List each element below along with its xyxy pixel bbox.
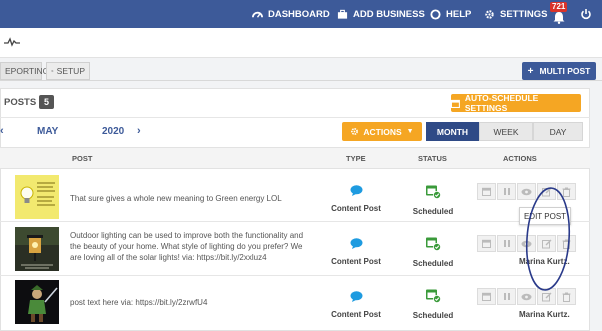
post-text: post text here via: https://bit.ly/2zrwf… xyxy=(70,298,208,307)
lightbulb-image xyxy=(15,175,59,219)
auto-schedule-settings-button[interactable]: AUTO-SCHEDULE SETTINGS xyxy=(451,93,581,113)
actions-dropdown-button[interactable]: ACTIONS ▼ xyxy=(342,122,422,141)
nav-dashboard-label: DASHBOARD xyxy=(268,8,330,20)
calendar-check-icon xyxy=(426,185,441,199)
calendar-icon xyxy=(482,292,491,301)
post-status: Scheduled xyxy=(404,235,462,271)
activity-icon[interactable] xyxy=(4,37,20,47)
dashboard-icon xyxy=(252,11,263,18)
calendar-month: MAY xyxy=(37,126,59,137)
row-divider xyxy=(0,221,590,222)
column-header-post: POST xyxy=(72,154,93,163)
chat-bubble-icon xyxy=(350,238,362,249)
tab-setup-label: SETUP xyxy=(56,66,85,76)
column-header-actions: ACTIONS xyxy=(503,154,537,163)
schedule-button[interactable] xyxy=(477,235,496,252)
nav-settings[interactable]: SETTINGS xyxy=(484,0,548,28)
post-status: Scheduled xyxy=(404,183,462,219)
calendar-icon xyxy=(482,239,491,248)
post-text: Outdoor lighting can be used to improve … xyxy=(70,231,304,262)
nav-add-business[interactable]: ADD BUSINESS xyxy=(337,0,425,28)
scrollbar[interactable] xyxy=(590,88,602,331)
row-divider xyxy=(0,275,590,276)
gear-icon xyxy=(351,128,359,135)
tab-reporting-label: EPORTING xyxy=(5,66,50,76)
post-type-label: Content Post xyxy=(331,310,381,319)
tabs-divider xyxy=(0,80,602,81)
schedule-button[interactable] xyxy=(477,183,496,200)
post-thumbnail xyxy=(15,175,59,219)
calendar-year: 2020 xyxy=(102,126,125,137)
caret-down-icon: ▼ xyxy=(406,128,414,135)
power-icon[interactable] xyxy=(580,8,592,20)
auto-schedule-label: AUTO-SCHEDULE SETTINGS xyxy=(464,93,539,113)
post-thumbnail xyxy=(15,280,59,324)
posts-count-badge: 5 xyxy=(39,95,54,109)
view-day-button[interactable]: DAY xyxy=(533,122,583,141)
column-header-status: STATUS xyxy=(418,154,447,163)
posts-heading: POSTS xyxy=(4,97,37,108)
post-thumbnail xyxy=(15,227,59,271)
post-type-label: Content Post xyxy=(331,257,381,266)
column-header-type: TYPE xyxy=(346,154,366,163)
pause-icon xyxy=(503,293,510,300)
chat-bubble-icon xyxy=(350,291,362,302)
next-month-button[interactable]: › xyxy=(137,125,141,137)
tab-setup[interactable]: SETUP xyxy=(46,62,90,80)
pause-button[interactable] xyxy=(497,183,516,200)
post-type: Content Post xyxy=(326,185,386,216)
pause-button[interactable] xyxy=(497,288,516,305)
post-author: Marina Kurtz. xyxy=(519,310,570,319)
pause-icon xyxy=(503,240,510,247)
view-month-button[interactable]: MONTH xyxy=(426,122,479,141)
tab-reporting[interactable]: EPORTING xyxy=(0,62,49,80)
previous-month-button[interactable]: ‹ xyxy=(0,125,4,137)
post-status-label: Scheduled xyxy=(412,311,454,320)
calendar-icon xyxy=(482,187,491,196)
nav-help[interactable]: HELP xyxy=(430,0,471,28)
briefcase-icon xyxy=(337,9,348,19)
multi-post-button[interactable]: + MULTI POST xyxy=(522,62,596,80)
gear-icon xyxy=(485,9,494,19)
post-type-label: Content Post xyxy=(331,204,381,213)
post-type: Content Post xyxy=(326,238,386,269)
actions-label: ACTIONS xyxy=(363,126,402,137)
notification-count-badge: 721 xyxy=(550,2,568,12)
nav-add-business-label: ADD BUSINESS xyxy=(353,8,425,20)
lifebuoy-icon xyxy=(430,8,441,20)
warrior-image xyxy=(15,280,59,324)
panel-divider xyxy=(0,117,590,118)
post-status: Scheduled xyxy=(404,287,462,323)
schedule-button[interactable] xyxy=(477,288,496,305)
lantern-image xyxy=(15,227,59,271)
chat-bubble-icon xyxy=(350,185,362,196)
post-status-label: Scheduled xyxy=(412,207,454,216)
post-type: Content Post xyxy=(326,291,386,322)
plus-icon: + xyxy=(527,65,534,77)
view-week-button[interactable]: WEEK xyxy=(479,122,533,141)
multi-post-label: MULTI POST xyxy=(539,66,591,76)
gear-icon xyxy=(51,69,54,73)
annotation-ellipse xyxy=(525,187,571,291)
nav-dashboard[interactable]: DASHBOARD xyxy=(252,0,330,28)
post-text: That sure gives a whole new meaning to G… xyxy=(70,194,282,203)
bell-icon xyxy=(553,12,565,24)
pause-button[interactable] xyxy=(497,235,516,252)
secondary-toolbar xyxy=(0,28,602,58)
nav-settings-label: SETTINGS xyxy=(500,8,548,20)
pause-icon xyxy=(503,188,510,195)
nav-help-label: HELP xyxy=(446,8,472,20)
calendar-check-icon xyxy=(426,237,441,251)
post-status-label: Scheduled xyxy=(412,259,454,268)
calendar-icon xyxy=(451,99,460,108)
calendar-check-icon xyxy=(426,289,441,303)
